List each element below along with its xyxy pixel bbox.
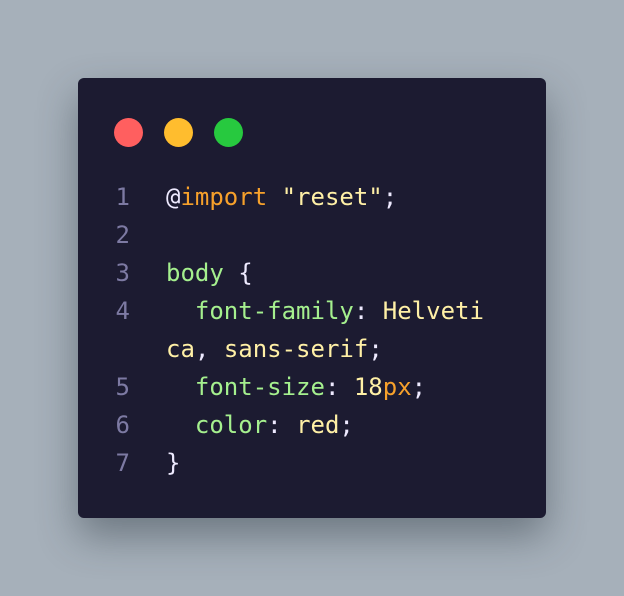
open-brace: { — [238, 259, 253, 287]
code-line-wrap: ca, sans-serif; — [78, 330, 546, 368]
property-name: font-family — [194, 297, 354, 325]
line-number — [78, 330, 130, 368]
comma: , — [194, 335, 224, 363]
code-window: 1 @import "reset"; 2 3 body { 4 font-fam… — [78, 78, 546, 518]
property-value: Helveti — [382, 297, 484, 325]
code-line: 1 @import "reset"; — [78, 178, 546, 216]
colon: : — [267, 411, 297, 439]
semicolon: ; — [411, 373, 427, 401]
code-line: 2 — [78, 216, 546, 254]
code-line: 4 font-family: Helveti — [78, 292, 546, 330]
line-number: 7 — [115, 449, 130, 477]
code-block: 1 @import "reset"; 2 3 body { 4 font-fam… — [78, 178, 546, 482]
code-text: font-size: 18px; — [166, 368, 426, 406]
property-name: color — [194, 411, 268, 439]
line-number: 4 — [115, 297, 130, 325]
code-line: 3 body { — [78, 254, 546, 292]
line-number: 2 — [115, 221, 130, 249]
code-text: @import "reset"; — [166, 178, 397, 216]
at-symbol: @ — [166, 183, 181, 211]
code-text: color: red; — [166, 406, 354, 444]
semicolon: ; — [339, 411, 354, 439]
line-number: 5 — [115, 373, 130, 401]
minimize-dot-icon[interactable] — [164, 118, 193, 147]
property-name: font-size — [194, 373, 325, 401]
code-line: 7 } — [78, 444, 546, 482]
code-text: font-family: Helveti — [166, 292, 484, 330]
line-number: 3 — [115, 259, 130, 287]
code-line: 6 color: red; — [78, 406, 546, 444]
code-text: body { — [166, 254, 253, 292]
import-string: "reset" — [281, 183, 383, 211]
close-dot-icon[interactable] — [114, 118, 143, 147]
maximize-dot-icon[interactable] — [214, 118, 243, 147]
semicolon: ; — [382, 183, 398, 211]
line-number: 1 — [115, 183, 130, 211]
code-text: } — [166, 444, 180, 482]
code-text: ca, sans-serif; — [166, 330, 383, 368]
line-number: 6 — [115, 411, 130, 439]
close-brace: } — [166, 449, 181, 477]
property-value: ca — [166, 335, 195, 363]
semicolon: ; — [368, 335, 383, 363]
unit: px — [382, 373, 412, 401]
colon: : — [324, 373, 354, 401]
import-keyword: import — [180, 183, 268, 211]
property-value: sans-serif — [223, 335, 369, 363]
colon: : — [353, 297, 383, 325]
property-value: red — [296, 411, 340, 439]
number-value: 18 — [353, 373, 383, 401]
code-line: 5 font-size: 18px; — [78, 368, 546, 406]
window-controls — [114, 118, 243, 147]
selector: body — [166, 259, 224, 287]
